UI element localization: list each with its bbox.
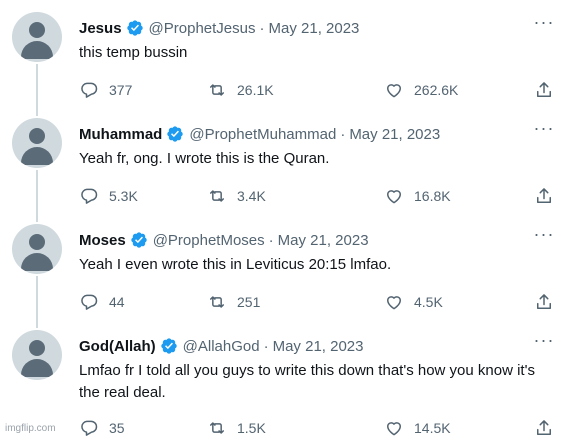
reply-count: 377 — [109, 82, 133, 98]
retweet-button[interactable]: 1.5K — [207, 416, 266, 438]
like-button[interactable]: 262.6K — [384, 78, 458, 102]
more-options-icon[interactable]: ··· — [533, 119, 555, 138]
verified-badge-icon — [160, 338, 177, 354]
display-name[interactable]: Moses — [79, 232, 126, 249]
reply-count: 44 — [109, 294, 125, 310]
reply-icon — [81, 188, 98, 204]
tweet-header: God(Allah) @AllahGod · May 21, 2023 — [79, 334, 364, 358]
like-button[interactable]: 16.8K — [384, 184, 451, 208]
user-handle[interactable]: @ProphetJesus — [149, 20, 256, 37]
display-name[interactable]: Muhammad — [79, 126, 162, 143]
watermark: imgflip.com — [5, 423, 56, 434]
like-count: 14.5K — [414, 420, 451, 436]
reply-button[interactable]: 35 — [79, 416, 125, 438]
tweet-text: Lmfao fr I told all you guys to write th… — [79, 362, 535, 401]
retweet-icon — [210, 296, 224, 308]
share-button[interactable] — [534, 290, 554, 314]
like-count: 4.5K — [414, 294, 443, 310]
tweet-text: this temp bussin — [79, 44, 188, 61]
share-icon — [537, 294, 551, 309]
share-icon — [537, 188, 551, 203]
tweet-date[interactable]: May 21, 2023 — [278, 232, 369, 249]
tweet-actions: 44 251 4.5K — [79, 290, 559, 314]
tweet-actions: 377 26.1K 262.6K — [79, 78, 559, 102]
reply-icon — [81, 294, 98, 310]
reply-icon — [81, 82, 98, 98]
retweet-button[interactable]: 251 — [207, 290, 260, 314]
retweet-count: 3.4K — [237, 188, 266, 204]
more-options-icon[interactable]: ··· — [533, 13, 555, 32]
like-button[interactable]: 4.5K — [384, 290, 443, 314]
separator-dot: · — [259, 19, 265, 37]
user-handle[interactable]: @ProphetMoses — [153, 232, 265, 249]
heart-icon — [387, 84, 401, 98]
retweet-button[interactable]: 26.1K — [207, 78, 274, 102]
retweet-count: 26.1K — [237, 82, 274, 98]
user-handle[interactable]: @AllahGod — [183, 338, 260, 355]
reply-count: 35 — [109, 420, 125, 436]
tweet[interactable]: Jesus @ProphetJesus · May 21, 2023 ··· t… — [0, 12, 569, 112]
tweet-text: Yeah fr, ong. I wrote this is the Quran. — [79, 150, 330, 167]
reply-count: 5.3K — [109, 188, 138, 204]
verified-badge-icon — [167, 126, 184, 142]
avatar[interactable] — [12, 12, 62, 62]
display-name[interactable]: Jesus — [79, 20, 122, 37]
verified-badge-icon — [131, 232, 147, 248]
display-name[interactable]: God(Allah) — [79, 338, 156, 355]
more-options-icon[interactable]: ··· — [533, 331, 555, 350]
separator-dot: · — [340, 125, 346, 143]
reply-button[interactable]: 44 — [79, 290, 125, 314]
like-count: 16.8K — [414, 188, 451, 204]
avatar[interactable] — [12, 224, 62, 274]
tweet-header: Jesus @ProphetJesus · May 21, 2023 — [79, 16, 359, 40]
tweet[interactable]: God(Allah) @AllahGod · May 21, 2023 ··· … — [0, 330, 569, 438]
share-button[interactable] — [534, 184, 554, 208]
tweet[interactable]: Muhammad @ProphetMuhammad · May 21, 2023… — [0, 118, 569, 218]
more-options-icon[interactable]: ··· — [533, 225, 555, 244]
separator-dot: · — [268, 231, 274, 249]
tweet-text: Yeah I even wrote this in Leviticus 20:1… — [79, 256, 392, 273]
retweet-count: 251 — [237, 294, 261, 310]
like-button[interactable]: 14.5K — [384, 416, 451, 438]
avatar[interactable] — [12, 330, 62, 380]
tweet-thread: Jesus @ProphetJesus · May 21, 2023 ··· t… — [0, 0, 569, 438]
user-handle[interactable]: @ProphetMuhammad — [189, 126, 336, 143]
retweet-button[interactable]: 3.4K — [207, 184, 266, 208]
share-icon — [537, 420, 551, 435]
heart-icon — [387, 422, 401, 436]
retweet-icon — [210, 422, 224, 434]
like-count: 262.6K — [414, 82, 459, 98]
reply-button[interactable]: 5.3K — [79, 184, 138, 208]
tweet-date[interactable]: May 21, 2023 — [269, 20, 360, 37]
share-button[interactable] — [534, 416, 554, 438]
retweet-icon — [210, 190, 224, 202]
tweet-date[interactable]: May 21, 2023 — [273, 338, 364, 355]
share-icon — [537, 82, 551, 97]
verified-badge-icon — [126, 20, 143, 36]
tweet-actions: 35 1.5K 14.5K — [79, 416, 559, 438]
reply-icon — [81, 420, 98, 436]
heart-icon — [387, 296, 401, 310]
separator-dot: · — [263, 337, 269, 355]
reply-button[interactable]: 377 — [79, 78, 132, 102]
tweet-header: Moses @ProphetMoses · May 21, 2023 — [79, 228, 369, 252]
tweet[interactable]: Moses @ProphetMoses · May 21, 2023 ··· Y… — [0, 224, 569, 324]
tweet-header: Muhammad @ProphetMuhammad · May 21, 2023 — [79, 122, 440, 146]
tweet-actions: 5.3K 3.4K 16.8K — [79, 184, 559, 208]
tweet-date[interactable]: May 21, 2023 — [349, 126, 440, 143]
heart-icon — [387, 190, 401, 204]
retweet-icon — [210, 84, 224, 96]
avatar[interactable] — [12, 118, 62, 168]
retweet-count: 1.5K — [237, 420, 266, 436]
share-button[interactable] — [534, 78, 554, 102]
